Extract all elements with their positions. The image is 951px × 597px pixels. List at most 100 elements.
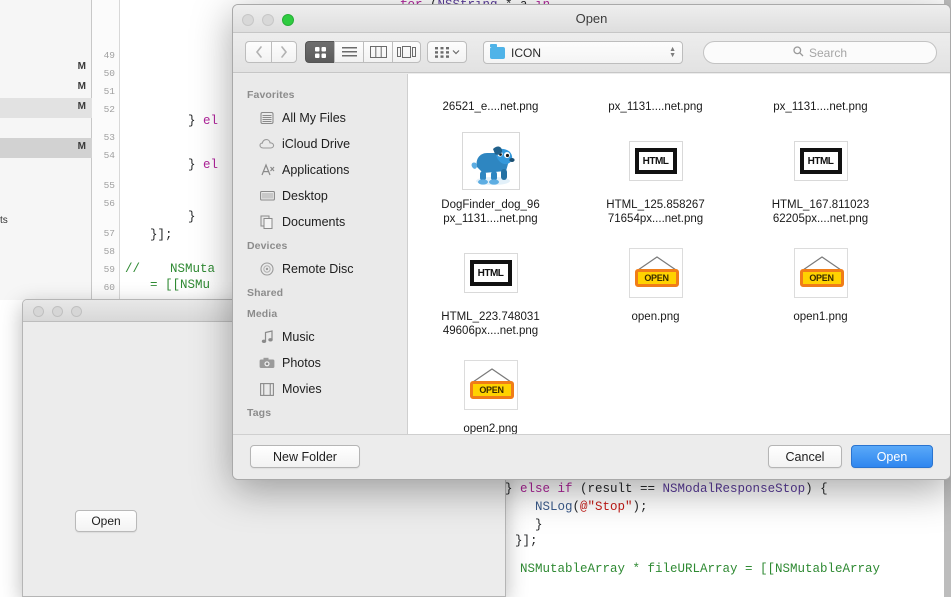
file-thumbnail <box>460 130 522 192</box>
html-file-icon: HTML <box>628 141 683 181</box>
line-number: 52 <box>103 104 115 115</box>
file-item[interactable]: OPEN open.png <box>573 236 738 348</box>
dialog-sidebar[interactable]: Favorites All My Files iCloud Drive Appl… <box>233 74 408 434</box>
file-item[interactable]: px_1131....net.png <box>738 74 903 124</box>
icon-view-icon <box>314 46 326 58</box>
search-input-placeholder[interactable]: Search <box>809 46 847 60</box>
image-file-icon <box>625 74 687 94</box>
file-thumbnail: HTML <box>460 242 522 304</box>
file-thumbnail: OPEN <box>625 242 687 304</box>
sidebar-item-applications[interactable]: Applications <box>233 157 407 183</box>
sidebar-item-documents[interactable]: Documents <box>233 209 407 235</box>
sidebar-item-photos[interactable]: Photos <box>233 350 407 376</box>
open-button[interactable]: Open <box>851 445 933 468</box>
modified-badge: M <box>77 101 86 112</box>
navigator-row[interactable]: M <box>0 78 92 98</box>
list-view-button[interactable] <box>334 41 363 63</box>
file-item[interactable]: HTML HTML_125.858267 71654px....net.png <box>573 124 738 236</box>
sidebar-item-movies[interactable]: Movies <box>233 376 407 402</box>
file-item[interactable]: HTML HTML_167.811023 62205px....net.png <box>738 124 903 236</box>
minimize-icon[interactable] <box>52 306 63 317</box>
line-number: 49 <box>103 50 115 61</box>
file-label: 26521_e....net.png <box>442 101 539 113</box>
navigator-row[interactable]: M <box>0 58 92 78</box>
file-row: HTML HTML_223.74803149606px....net.png <box>408 236 950 348</box>
line-number: 59 <box>103 264 115 275</box>
chevron-right-icon <box>281 46 288 58</box>
sidebar-item-label: All My Files <box>282 111 346 125</box>
line-number: 53 <box>103 132 115 143</box>
file-label: open1.png <box>793 311 848 323</box>
sidebar-item-desktop[interactable]: Desktop <box>233 183 407 209</box>
modified-badge: M <box>77 141 86 152</box>
column-view-button[interactable] <box>363 41 392 63</box>
file-label: px_1131....net.png <box>608 101 703 113</box>
dialog-title: Open <box>575 11 608 26</box>
forward-button[interactable] <box>271 41 297 63</box>
screen-root: for (NSString * a in } el } el } }]; // … <box>0 0 951 597</box>
sidebar-header-devices: Devices <box>247 240 288 252</box>
file-label: HTML_167.811023 62205px....net.png <box>771 199 870 225</box>
line-number: 51 <box>103 86 115 97</box>
file-label: HTML_125.858267 71654px....net.png <box>606 199 705 225</box>
navigator-row[interactable]: M <box>0 98 92 118</box>
file-item[interactable]: 26521_e....net.png <box>408 74 573 124</box>
all-my-files-icon <box>259 111 275 126</box>
zoom-icon[interactable] <box>71 306 82 317</box>
file-item[interactable]: OPEN open2.png <box>408 348 573 434</box>
xcode-navigator[interactable]: M M M M ts <box>0 0 92 300</box>
dialog-content: Favorites All My Files iCloud Drive Appl… <box>233 74 950 434</box>
sidebar-item-label: Movies <box>282 382 322 396</box>
file-item[interactable]: px_1131....net.png <box>573 74 738 124</box>
dialog-footer: New Folder Cancel Open <box>233 434 950 479</box>
documents-icon <box>259 215 275 230</box>
sidebar-item-music[interactable]: Music <box>233 324 407 350</box>
sidebar-item-icloud-drive[interactable]: iCloud Drive <box>233 131 407 157</box>
sidebar-item-remote-disc[interactable]: Remote Disc <box>233 256 407 282</box>
film-icon <box>259 382 275 397</box>
music-note-icon <box>259 330 275 345</box>
new-folder-button[interactable]: New Folder <box>250 445 360 468</box>
navigation-buttons <box>245 41 297 63</box>
search-field[interactable]: Search <box>703 41 937 64</box>
open-dialog[interactable]: Open ICON ▲ ▼ Search Favorites All My Fi… <box>232 4 951 480</box>
code-line-61: // NSMuta <box>125 262 216 276</box>
dialog-titlebar[interactable]: Open <box>233 5 950 33</box>
open-sign-icon: OPEN <box>628 248 683 298</box>
icon-view-button[interactable] <box>305 41 334 63</box>
navigator-row[interactable]: M <box>0 138 92 158</box>
code-line-59: }]; <box>150 228 173 242</box>
cover-flow-icon <box>397 46 416 58</box>
cover-flow-button[interactable] <box>392 41 421 63</box>
file-grid: 26521_e....net.png px_1131....net.png px… <box>408 74 950 434</box>
chevron-left-icon <box>255 46 262 58</box>
html-badge-text: HTML <box>469 260 512 286</box>
file-item[interactable]: OPEN open1.png <box>738 236 903 348</box>
disc-icon <box>259 262 275 277</box>
code-line-bottom-1: } else if (result == NSModalResponseStop… <box>505 482 828 496</box>
cancel-button[interactable]: Cancel <box>768 445 842 468</box>
view-mode-buttons <box>305 41 421 63</box>
app-open-button[interactable]: Open <box>75 510 137 532</box>
sidebar-header-media: Media <box>247 308 278 320</box>
modified-badge: M <box>77 61 86 72</box>
close-icon[interactable] <box>33 306 44 317</box>
path-popup-button[interactable]: ICON ▲ ▼ <box>483 41 683 64</box>
back-button[interactable] <box>245 41 271 63</box>
file-browser-pane[interactable]: 26521_e....net.png px_1131....net.png px… <box>408 74 950 434</box>
navigator-text-fragment: ts <box>0 215 8 226</box>
arrange-by-button[interactable] <box>427 41 467 63</box>
line-number: 54 <box>103 150 115 161</box>
open-sign-icon: OPEN <box>463 360 518 410</box>
sidebar-scroll-fade <box>233 420 406 434</box>
open-sign-text: OPEN <box>469 381 514 399</box>
sidebar-item-label: Desktop <box>282 189 328 203</box>
file-item[interactable]: DogFinder_dog_96 px_1131....net.png <box>408 124 573 236</box>
stepper-icon[interactable]: ▲ ▼ <box>669 46 676 59</box>
file-item[interactable]: HTML HTML_223.748031 49606px....net.png <box>408 236 573 348</box>
file-row: DogFinder_dog_96 px_1131....net.png HTML … <box>408 124 950 236</box>
sidebar-item-all-my-files[interactable]: All My Files <box>233 105 407 131</box>
html-badge-text: HTML <box>634 148 677 174</box>
html-file-icon: HTML <box>463 253 518 293</box>
file-label: HTML_223.748031 49606px....net.png <box>441 311 540 337</box>
